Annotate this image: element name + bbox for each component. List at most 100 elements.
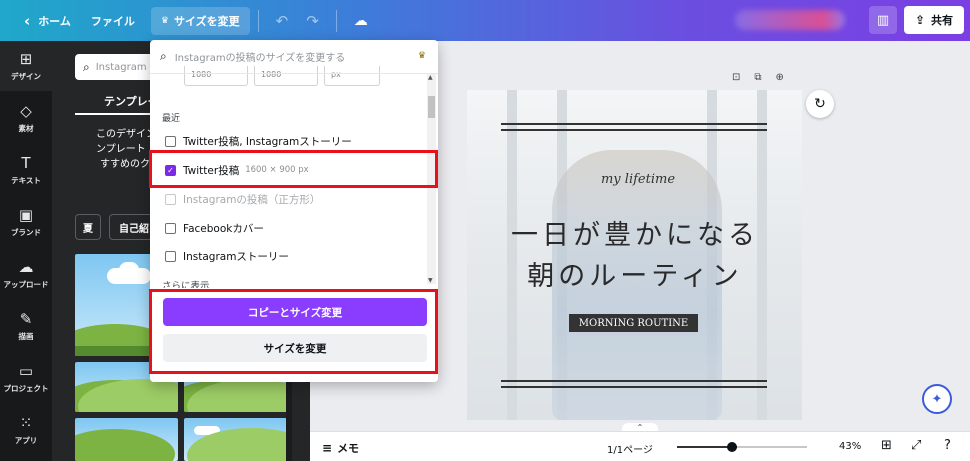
option-label: Twitter投稿, Instagramストーリー [183,135,352,148]
sidebar-item-label: プロジェクト [3,383,49,393]
layout-icon: ⊞ [19,49,33,68]
refresh-icon: ↻ [814,96,826,112]
design-tag[interactable]: MORNING ROUTINE [569,314,698,332]
chevron-left-icon: ‹ [24,11,31,30]
search-placeholder: Instagramの投稿のサイズを変更する [174,53,346,64]
zoom-slider[interactable] [677,442,807,452]
sidebar-item-label: 描画 [18,331,34,341]
undo-icon[interactable]: ↶ [267,12,298,30]
resize-option: Instagramの投稿（正方形） [165,189,320,209]
resize-search-input[interactable]: ⌕ Instagramの投稿のサイズを変更する ♛ [150,40,438,74]
scroll-up-icon[interactable]: ▲ [428,74,433,81]
slider-track-rest [737,446,807,448]
resize-option[interactable]: Facebookカバー [165,218,264,238]
apps-icon: ⁙ [19,413,33,432]
panel-description: このデザイン ンプレート すすめのク [96,127,156,172]
design-title-line2[interactable]: 朝のルーティン [500,254,770,293]
file-menu-button[interactable]: ファイル [81,7,145,35]
sidebar-item-label: デザイン [11,71,41,81]
template-thumbnail[interactable] [184,418,287,461]
design-title-line1[interactable]: 一日が豊かになる [500,213,770,252]
highlight-box [149,150,438,188]
magic-assistant-button[interactable]: ✦ [922,384,952,414]
sidebar-item-apps[interactable]: ⁙ アプリ [0,405,52,455]
bottom-bar: ≡ メモ 1/1ページ 43% ⊞ ⤢ ? [310,431,970,461]
scrollbar-thumb[interactable] [428,96,435,118]
grid-view-icon[interactable]: ⊞ [881,438,892,453]
slider-knob[interactable] [727,442,737,452]
crown-icon: ♛ [160,15,169,26]
folder-icon: ▭ [18,361,34,380]
rotate-button[interactable]: ↻ [806,90,834,118]
duplicate-icon[interactable]: ⧉ [754,72,775,83]
add-page-icon[interactable]: ⊕ [776,72,798,83]
insights-button[interactable]: ▥ [869,6,897,34]
template-thumbnail[interactable] [75,418,178,461]
design-rule-line [501,386,767,388]
crown-icon: ♛ [417,51,426,61]
share-button[interactable]: ⇪ 共有 [904,6,964,34]
option-label: Instagramの投稿（正方形） [183,193,321,206]
bar-chart-icon: ▥ [876,12,890,28]
highlight-box [149,289,438,374]
zoom-level[interactable]: 43% [839,441,861,452]
draw-icon: ✎ [19,309,33,328]
left-sidebar: ⊞ デザイン ◇ 素材 T テキスト ▣ ブランド ☁ アップロード ✎ 描画 … [0,41,52,461]
blurred-user-area [735,10,845,30]
cloud-shape [119,262,139,278]
cloud-save-icon[interactable]: ☁ [345,13,377,29]
search-icon: ⌕ [83,59,90,74]
text-icon: T [21,153,31,172]
resize-option[interactable]: Twitter投稿, Instagramストーリー [165,131,352,151]
share-icon: ⇪ [914,13,926,27]
sidebar-item-label: テキスト [11,175,41,185]
upload-icon: ☁ [18,257,34,276]
checkbox[interactable] [165,250,176,262]
option-label: Facebookカバー [183,222,264,235]
sidebar-item-upload[interactable]: ☁ アップロード [0,249,52,299]
sidebar-item-design[interactable]: ⊞ デザイン [0,41,52,91]
resize-option[interactable]: Instagramストーリー [165,246,289,266]
file-label: ファイル [90,14,135,28]
description-line: このデザイン [96,129,156,140]
option-label: Instagramストーリー [183,250,289,263]
notes-label: メモ [337,442,360,455]
fullscreen-icon[interactable]: ⤢ [911,438,921,453]
hill-shape [75,429,175,461]
notes-button[interactable]: ≡ メモ [322,440,359,456]
shapes-icon: ◇ [20,101,32,120]
lock-icon[interactable]: ⊡ [732,72,754,83]
sidebar-item-elements[interactable]: ◇ 素材 [0,93,52,143]
design-script-text[interactable]: my lifetime [593,172,683,187]
description-line: ンプレート [96,144,146,155]
checkbox[interactable] [165,222,176,234]
brand-icon: ▣ [18,205,34,224]
design-rule-line [501,129,767,131]
recent-section-label: 最近 [162,114,181,124]
notes-icon: ≡ [322,441,333,455]
sidebar-item-text[interactable]: T テキスト [0,145,52,195]
redo-icon[interactable]: ↷ [297,12,328,30]
resize-button[interactable]: ♛ サイズを変更 [150,6,250,35]
sidebar-item-label: アップロード [3,279,49,289]
sidebar-item-label: アプリ [14,435,38,445]
show-more-link[interactable]: さらに表示 [162,278,210,288]
sidebar-item-brand[interactable]: ▣ ブランド [0,197,52,247]
scroll-down-icon[interactable]: ▼ [428,277,433,284]
checkbox[interactable] [165,135,176,147]
filter-chip-summer[interactable]: 夏 [75,214,101,240]
home-button[interactable]: ‹ ホーム [14,7,81,35]
design-rule-line [501,123,767,125]
help-icon[interactable]: ? [944,438,951,453]
sidebar-item-projects[interactable]: ▭ プロジェクト [0,353,52,403]
sidebar-item-label: 素材 [18,123,34,133]
sidebar-item-label: ブランド [11,227,41,237]
page-indicator[interactable]: 1/1ページ [607,441,653,456]
page-tools: ⊡⧉⊕ [732,72,798,83]
resize-label: サイズを変更 [173,14,240,28]
sidebar-item-draw[interactable]: ✎ 描画 [0,301,52,351]
search-icon: ⌕ [160,49,167,63]
search-placeholder: Instagram [95,61,147,73]
toolbar-divider [257,9,259,32]
checkbox-disabled [165,193,176,205]
